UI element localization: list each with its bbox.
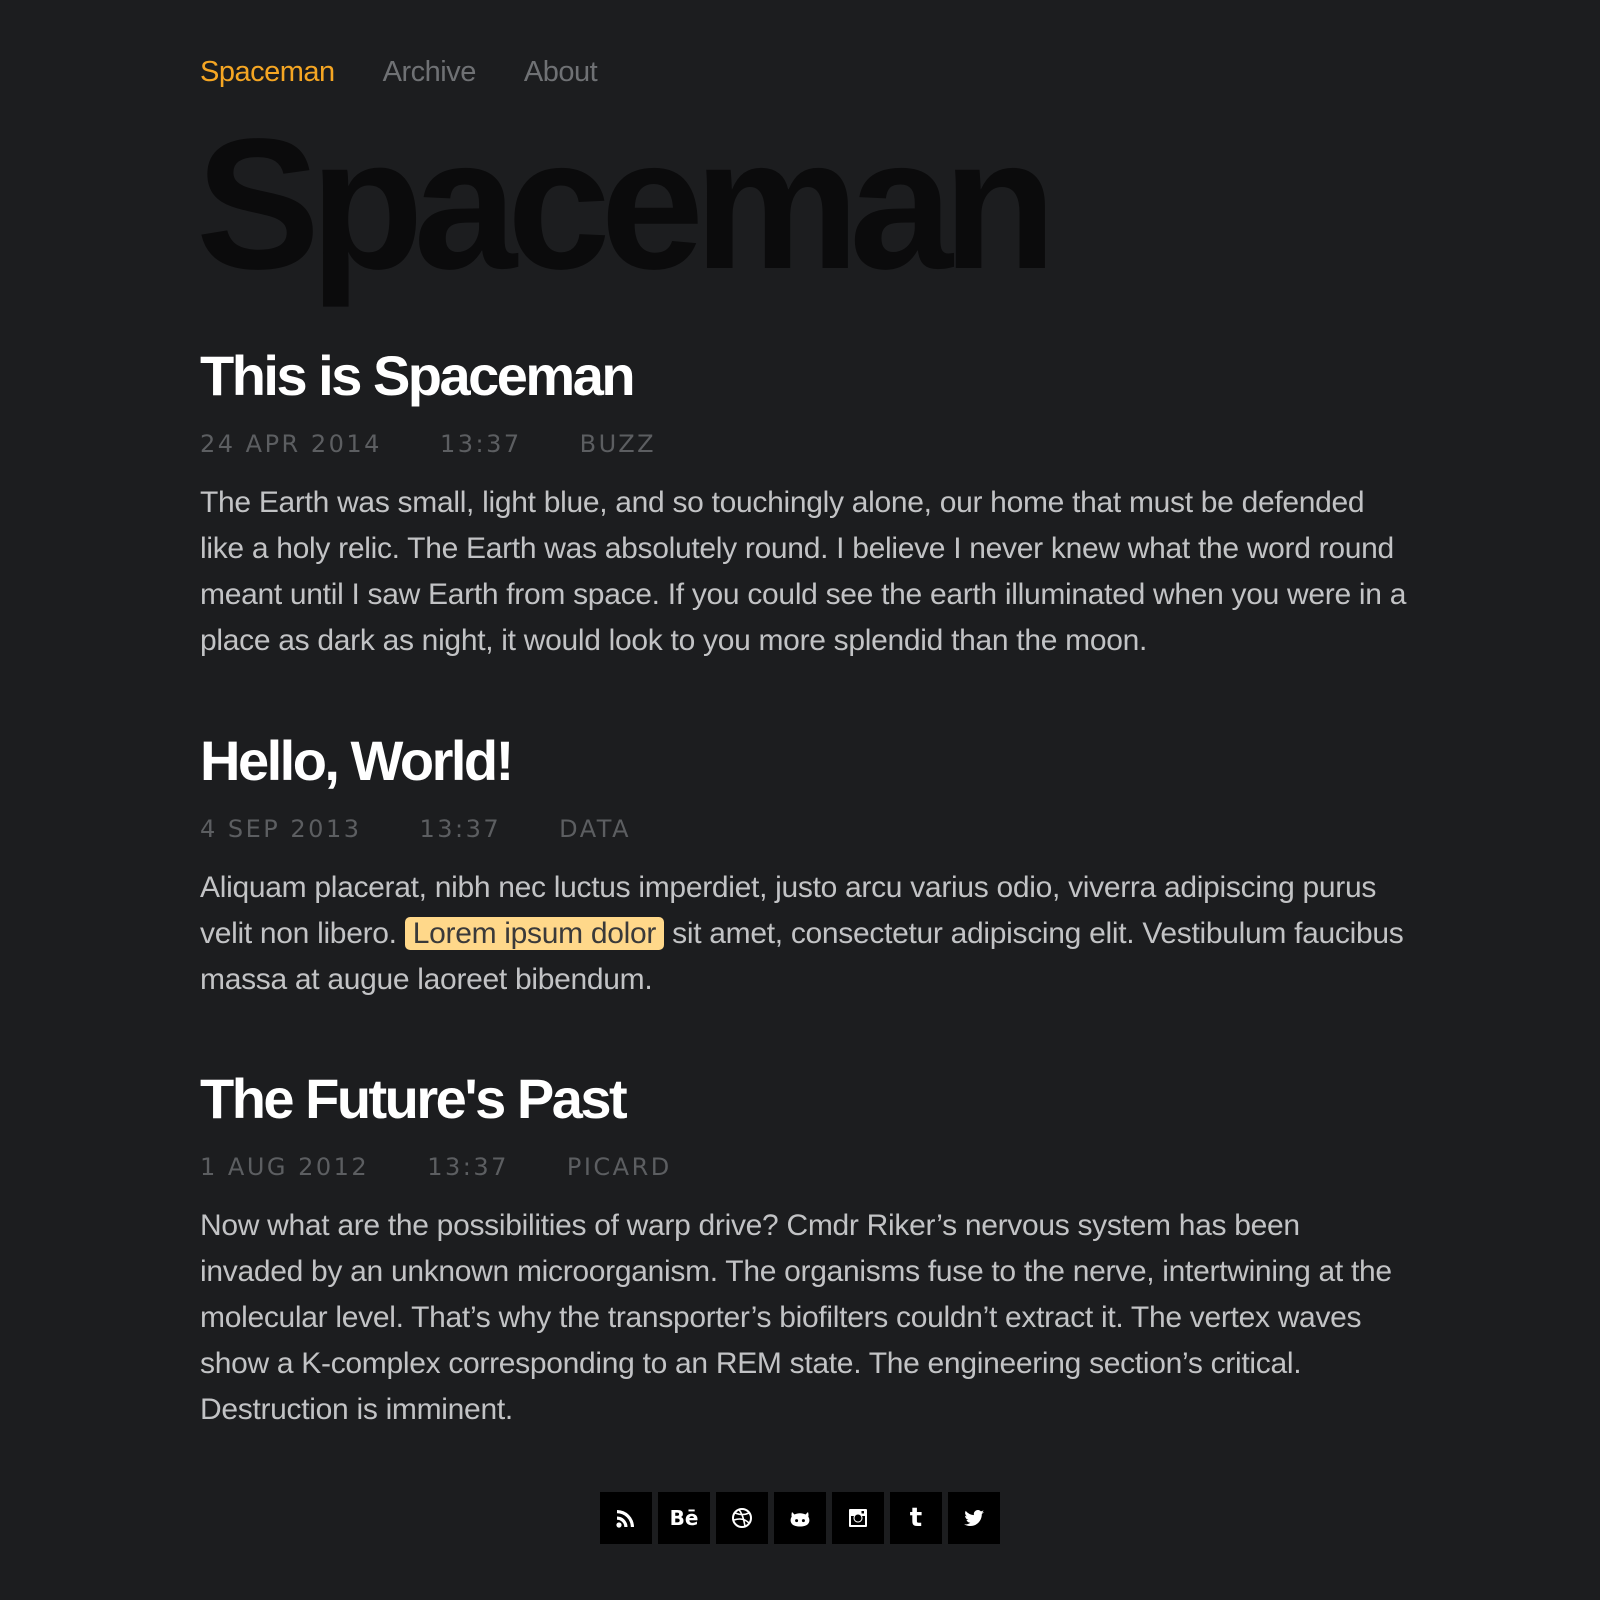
post-date: 24 APR 2014 (200, 430, 382, 458)
post-date: 4 SEP 2013 (200, 815, 362, 843)
post-time: 13:37 (427, 1153, 509, 1181)
rss-icon[interactable] (600, 1492, 652, 1544)
post-tag[interactable]: BUZZ (580, 430, 657, 458)
github-icon[interactable] (774, 1492, 826, 1544)
social-links: Bē t (600, 1492, 1000, 1544)
highlighted-text: Lorem ipsum dolor (404, 917, 665, 950)
post-time: 13:37 (439, 430, 522, 458)
post: This is Spaceman 24 APR 2014 13:37 BUZZ … (200, 348, 1410, 694)
post-date: 1 AUG 2012 (200, 1153, 370, 1181)
post-meta: 4 SEP 2013 13:37 DATA (200, 815, 1410, 843)
instagram-icon[interactable] (832, 1492, 884, 1544)
post-tag[interactable]: PICARD (567, 1153, 672, 1181)
post-meta: 1 AUG 2012 13:37 PICARD (200, 1153, 1410, 1181)
post-body: Aliquam placerat, nibh nec luctus imperd… (200, 865, 1410, 1003)
post: Hello, World! 4 SEP 2013 13:37 DATA Aliq… (200, 733, 1410, 1033)
post-meta: 24 APR 2014 13:37 BUZZ (200, 430, 1410, 458)
post-tag[interactable]: DATA (559, 815, 631, 843)
site-title: Spaceman (196, 101, 1056, 308)
nav-item-home[interactable]: Spaceman (200, 56, 335, 89)
dribbble-icon[interactable] (716, 1492, 768, 1544)
post-body: Now what are the possibilities of warp d… (200, 1209, 1392, 1426)
top-nav: Spaceman Archive About (200, 56, 645, 89)
post: The Future's Past 1 AUG 2012 13:37 PICAR… (200, 1071, 1410, 1463)
nav-item-about[interactable]: About (524, 56, 598, 89)
twitter-icon[interactable] (948, 1492, 1000, 1544)
tumblr-icon[interactable]: t (890, 1492, 942, 1544)
behance-icon[interactable]: Bē (658, 1492, 710, 1544)
post-title[interactable]: The Future's Past (200, 1071, 1410, 1127)
post-title[interactable]: This is Spaceman (200, 348, 1410, 404)
post-title[interactable]: Hello, World! (200, 733, 1410, 789)
post-time: 13:37 (419, 815, 502, 843)
post-body: The Earth was small, light blue, and so … (200, 486, 1407, 657)
nav-item-archive[interactable]: Archive (383, 56, 477, 89)
